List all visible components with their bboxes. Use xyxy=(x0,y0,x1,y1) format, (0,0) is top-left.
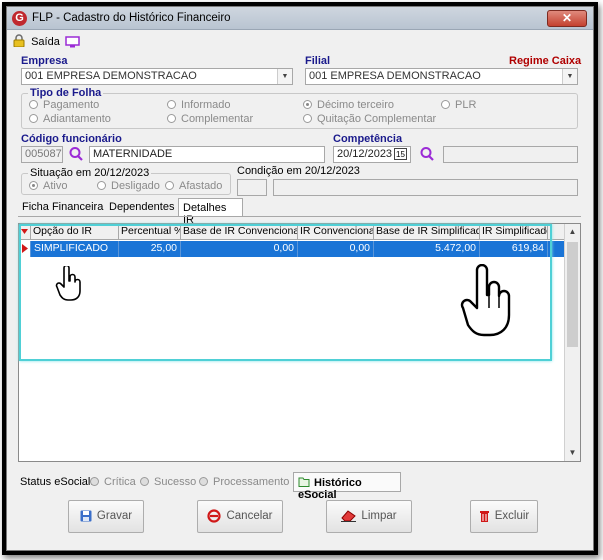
regime-label: Regime Caixa xyxy=(509,55,582,67)
status-label: Status eSocial: xyxy=(20,476,94,488)
folder-icon xyxy=(298,477,310,487)
tab-detalhes-ir[interactable]: Detalhes IR xyxy=(178,198,243,226)
tipo-folha-title: Tipo de Folha xyxy=(28,87,104,99)
condicao-desc-field[interactable] xyxy=(273,179,578,196)
exit-label: Saída xyxy=(31,36,60,48)
gravar-button[interactable]: Gravar xyxy=(68,500,144,533)
funcionario-code-field[interactable]: 005087 xyxy=(21,146,63,163)
radio-selected-icon xyxy=(303,100,312,109)
save-icon xyxy=(80,510,92,522)
filial-value: 001 EMPRESA DEMONSTRACAO xyxy=(309,70,481,82)
excluir-label: Excluir xyxy=(494,510,530,522)
tab-ficha-financeira[interactable]: Ficha Financeira xyxy=(18,198,107,216)
hand-cursor-icon xyxy=(55,266,81,301)
trash-icon xyxy=(479,511,489,523)
hand-cursor-icon xyxy=(460,264,511,337)
exit-button[interactable]: Saída xyxy=(13,34,60,50)
excluir-button[interactable]: Excluir xyxy=(470,500,538,533)
radio-label: Afastado xyxy=(179,180,223,192)
radio-adiantamento[interactable]: Adiantamento xyxy=(29,113,111,125)
radio-afastado[interactable]: Afastado xyxy=(165,180,222,192)
empresa-label: Empresa xyxy=(21,55,68,67)
status-bar: Status eSocial: Crítica Sucesso Processa… xyxy=(18,472,581,501)
status-dot-icon xyxy=(199,477,208,486)
status-critica: Crítica xyxy=(90,476,136,488)
limpar-button[interactable]: Limpar xyxy=(326,500,412,533)
radio-label: Pagamento xyxy=(43,99,100,111)
radio-icon xyxy=(167,100,176,109)
radio-label: Complementar xyxy=(181,113,254,125)
calendar-icon[interactable]: 15 xyxy=(394,148,407,160)
competencia-extra-field[interactable] xyxy=(443,146,578,163)
cancel-icon xyxy=(207,509,222,523)
empresa-value: 001 EMPRESA DEMONSTRACAO xyxy=(25,70,197,82)
status-dot-icon xyxy=(90,477,99,486)
vertical-scrollbar[interactable]: ▲ ▼ xyxy=(564,224,580,461)
filial-label: Filial xyxy=(305,55,331,67)
status-processamento: Processamento xyxy=(199,476,289,488)
tab-divider xyxy=(18,216,581,217)
radio-label: PLR xyxy=(455,99,477,111)
radio-complementar[interactable]: Complementar xyxy=(167,113,253,125)
radio-icon xyxy=(29,100,38,109)
funcionario-name-field[interactable]: MATERNIDADE xyxy=(89,146,325,163)
competencia-value: 20/12/2023 xyxy=(337,148,393,160)
scroll-down-icon[interactable]: ▼ xyxy=(565,445,580,461)
radio-label: Adiantamento xyxy=(43,113,111,125)
chevron-down-icon: ▼ xyxy=(562,69,577,84)
situacao-title: Situação em 20/12/2023 xyxy=(28,167,152,179)
filial-select[interactable]: 001 EMPRESA DEMONSTRACAO ▼ xyxy=(305,68,578,85)
radio-ativo[interactable]: Ativo xyxy=(29,180,67,192)
radio-label: Desligado xyxy=(111,180,160,192)
radio-icon xyxy=(29,114,38,123)
condicao-code-field[interactable] xyxy=(237,179,267,196)
radio-plr[interactable]: PLR xyxy=(441,99,476,111)
empresa-select[interactable]: 001 EMPRESA DEMONSTRACAO ▼ xyxy=(21,68,293,85)
radio-icon xyxy=(441,100,450,109)
search-icon[interactable] xyxy=(419,146,435,162)
radio-decimo-terceiro[interactable]: Décimo terceiro xyxy=(303,99,394,111)
status-item-label: Crítica xyxy=(104,476,136,488)
radio-icon xyxy=(303,114,312,123)
status-item-label: Sucesso xyxy=(154,476,197,488)
radio-icon xyxy=(167,114,176,123)
historico-esocial-button[interactable]: Histórico eSocial xyxy=(293,472,401,501)
cancelar-button[interactable]: Cancelar xyxy=(197,500,283,533)
radio-pagamento[interactable]: Pagamento xyxy=(29,99,99,111)
radio-label: Décimo terceiro xyxy=(317,99,395,111)
chevron-down-icon: ▼ xyxy=(277,69,292,84)
limpar-label: Limpar xyxy=(361,510,397,522)
condicao-title: Condição em 20/12/2023 xyxy=(237,165,360,177)
radio-label: Quitação Complementar xyxy=(317,113,437,125)
app-window: G FLP - Cadastro do Histórico Financeiro… xyxy=(6,6,594,551)
scroll-thumb[interactable] xyxy=(567,242,578,347)
radio-label: Informado xyxy=(181,99,231,111)
app-logo-icon: G xyxy=(12,11,27,26)
competencia-label: Competência xyxy=(333,133,403,145)
scroll-up-icon[interactable]: ▲ xyxy=(565,224,580,240)
monitor-icon[interactable] xyxy=(65,36,80,48)
tab-dependentes[interactable]: Dependentes xyxy=(105,198,178,216)
radio-informado[interactable]: Informado xyxy=(167,99,231,111)
radio-icon xyxy=(165,181,174,190)
eraser-icon xyxy=(341,510,357,523)
gravar-label: Gravar xyxy=(96,510,133,522)
screenshot-frame: G FLP - Cadastro do Histórico Financeiro… xyxy=(2,2,598,555)
cancelar-label: Cancelar xyxy=(226,510,273,522)
radio-desligado[interactable]: Desligado xyxy=(97,180,160,192)
lock-icon xyxy=(13,34,25,48)
radio-quitacao-complementar[interactable]: Quitação Complementar xyxy=(303,113,436,125)
radio-icon xyxy=(97,181,106,190)
window-title: FLP - Cadastro do Histórico Financeiro xyxy=(32,12,231,24)
funcionario-label: Código funcionário xyxy=(21,133,122,145)
radio-selected-icon xyxy=(29,181,38,190)
title-bar[interactable]: G FLP - Cadastro do Histórico Financeiro… xyxy=(7,7,593,30)
close-button[interactable]: ✕ xyxy=(547,10,587,27)
status-item-label: Processamento xyxy=(213,476,290,488)
status-sucesso: Sucesso xyxy=(140,476,196,488)
status-dot-icon xyxy=(140,477,149,486)
search-icon[interactable] xyxy=(68,146,84,162)
radio-label: Ativo xyxy=(43,180,68,192)
